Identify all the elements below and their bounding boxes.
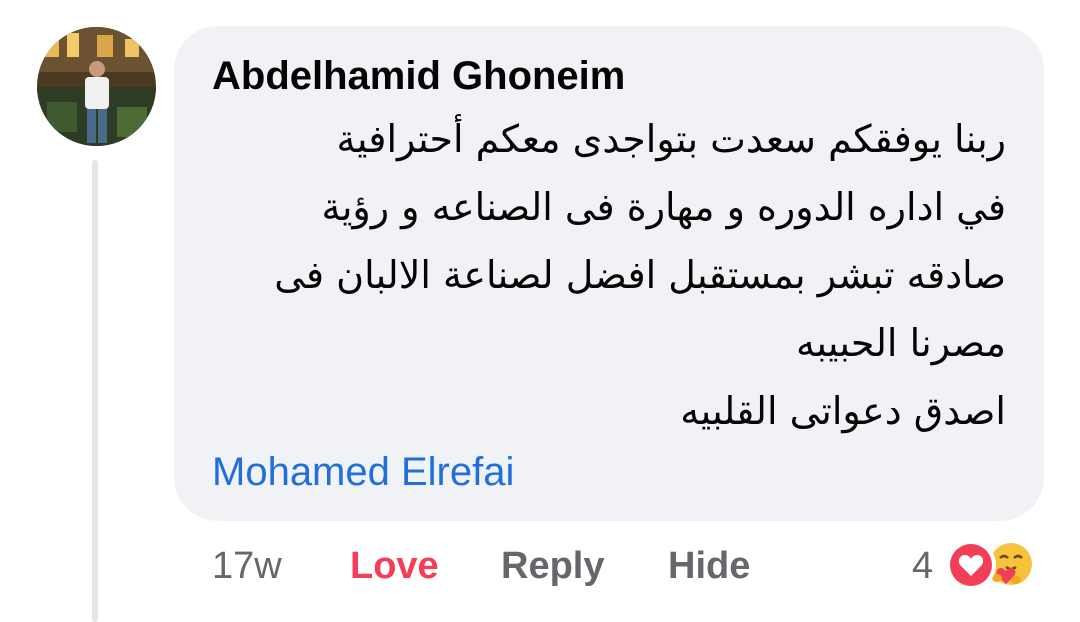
avatar[interactable] — [37, 27, 156, 146]
comment-timestamp[interactable]: 17w — [212, 542, 282, 590]
thread-line — [92, 160, 98, 622]
comment-author[interactable]: Abdelhamid Ghoneim — [212, 52, 625, 100]
comment-text-line: اصدق دعواتى القلبيه — [680, 389, 1006, 433]
comment-text-line: مصرنا الحبيبه — [796, 321, 1006, 365]
heart-icon — [944, 538, 998, 597]
hide-button[interactable]: Hide — [668, 542, 750, 590]
reply-button[interactable]: Reply — [501, 542, 604, 590]
comment-text-line: في اداره الدوره و مهارة فى الصناعه و رؤي… — [321, 185, 1006, 229]
comment-text-line: صادقه تبشر بمستقبل افضل لصناعة الالبان ف… — [274, 253, 1006, 297]
reaction-icons[interactable] — [944, 538, 1048, 592]
comment-text-line: ربنا يوفقكم سعدت بتواجدى معكم أحترافية — [336, 117, 1006, 161]
mention-link[interactable]: Mohamed Elrefai — [212, 448, 514, 496]
reaction-count[interactable]: 4 — [912, 542, 933, 590]
comment-text: ربنا يوفقكم سعدت بتواجدى معكم أحترافية ف… — [216, 105, 1006, 445]
love-button[interactable]: Love — [350, 542, 439, 590]
